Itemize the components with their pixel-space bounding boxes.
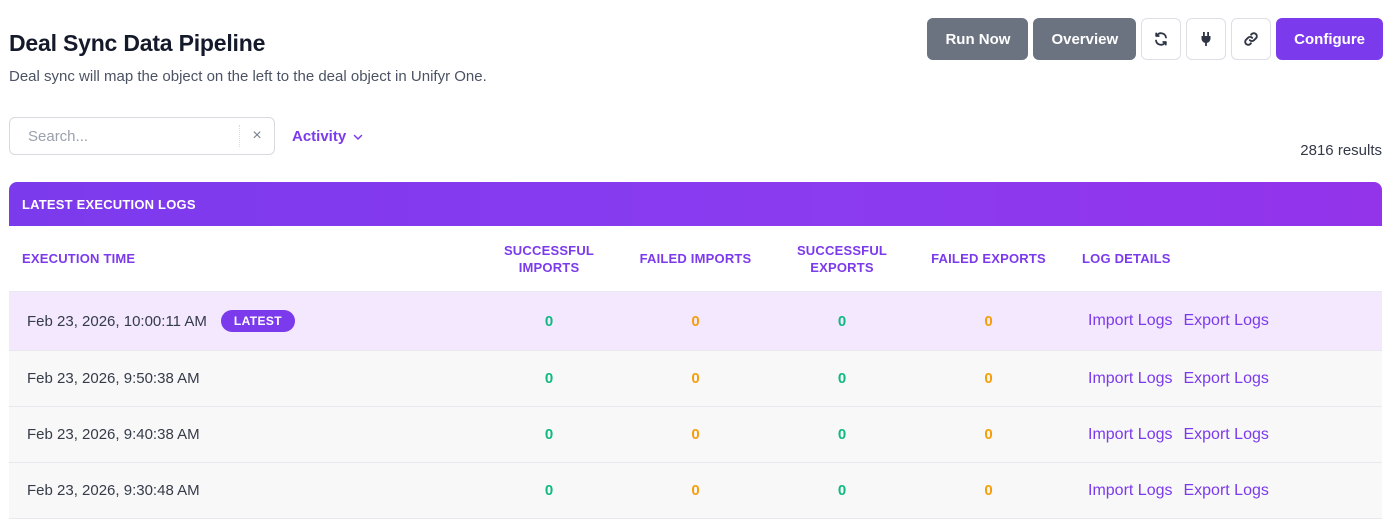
failed-exports-value: 0 bbox=[984, 426, 993, 443]
execution-time: Feb 23, 2026, 10:00:11 AM bbox=[27, 312, 207, 330]
clear-search-icon[interactable]: × bbox=[239, 125, 274, 147]
execution-logs-table: LATEST EXECUTION LOGS EXECUTION TIME SUC… bbox=[9, 182, 1382, 519]
link-button[interactable] bbox=[1231, 18, 1272, 60]
col-execution-time: EXECUTION TIME bbox=[22, 251, 136, 266]
successful-imports-value: 0 bbox=[544, 482, 554, 499]
col-failed-imports: FAILED IMPORTS bbox=[639, 251, 752, 266]
link-icon bbox=[1244, 32, 1258, 46]
overview-button[interactable]: Overview bbox=[1033, 18, 1137, 60]
table-header-row: EXECUTION TIME SUCCESSFUL IMPORTS FAILED… bbox=[9, 226, 1382, 292]
activity-label: Activity bbox=[292, 128, 347, 145]
import-logs-link[interactable]: Import Logs bbox=[1088, 482, 1172, 500]
execution-time: Feb 23, 2026, 9:50:38 AM bbox=[27, 370, 200, 387]
page-title: Deal Sync Data Pipeline bbox=[9, 30, 266, 56]
table-banner: LATEST EXECUTION LOGS bbox=[9, 182, 1382, 226]
import-logs-link[interactable]: Import Logs bbox=[1088, 370, 1172, 388]
col-successful-imports: SUCCESSFUL IMPORTS bbox=[503, 242, 595, 275]
log-links: Import Logs Export Logs bbox=[1070, 482, 1382, 500]
failed-imports-value: 0 bbox=[691, 426, 700, 443]
search-box: × bbox=[9, 117, 275, 155]
log-links: Import Logs Export Logs bbox=[1070, 370, 1382, 388]
execution-time: Feb 23, 2026, 9:40:38 AM bbox=[27, 426, 200, 443]
chevron-down-icon bbox=[353, 134, 363, 140]
log-links: Import Logs Export Logs bbox=[1070, 426, 1382, 444]
col-failed-exports: FAILED EXPORTS bbox=[931, 251, 1046, 266]
refresh-icon bbox=[1155, 32, 1168, 46]
table-row: Feb 23, 2026, 9:50:38 AM 0 0 0 0 Import … bbox=[9, 351, 1382, 407]
import-logs-link[interactable]: Import Logs bbox=[1088, 426, 1172, 444]
failed-imports-value: 0 bbox=[691, 312, 700, 330]
failed-exports-value: 0 bbox=[984, 312, 993, 330]
successful-exports-value: 0 bbox=[837, 482, 847, 499]
export-logs-link[interactable]: Export Logs bbox=[1183, 312, 1268, 330]
plug-button[interactable] bbox=[1186, 18, 1227, 60]
pipeline-page: Deal Sync Data Pipeline Deal sync will m… bbox=[0, 0, 1396, 528]
successful-imports-value: 0 bbox=[544, 370, 554, 387]
activity-dropdown[interactable]: Activity bbox=[292, 128, 364, 145]
search-input[interactable] bbox=[10, 118, 239, 154]
refresh-button[interactable] bbox=[1141, 18, 1182, 60]
failed-exports-value: 0 bbox=[984, 482, 993, 499]
export-logs-link[interactable]: Export Logs bbox=[1183, 370, 1268, 388]
table-row: Feb 23, 2026, 9:40:38 AM 0 0 0 0 Import … bbox=[9, 407, 1382, 463]
table-row: Feb 23, 2026, 10:00:11 AM LATEST 0 0 0 0… bbox=[9, 292, 1382, 351]
page-subtitle: Deal sync will map the object on the lef… bbox=[9, 68, 487, 85]
execution-time: Feb 23, 2026, 9:30:48 AM bbox=[27, 482, 200, 499]
export-logs-link[interactable]: Export Logs bbox=[1183, 482, 1268, 500]
export-logs-link[interactable]: Export Logs bbox=[1183, 426, 1268, 444]
log-links: Import Logs Export Logs bbox=[1070, 312, 1382, 330]
successful-exports-value: 0 bbox=[837, 312, 847, 330]
successful-imports-value: 0 bbox=[544, 426, 554, 443]
configure-button[interactable]: Configure bbox=[1276, 18, 1383, 60]
successful-imports-value: 0 bbox=[544, 312, 554, 330]
col-successful-exports: SUCCESSFUL EXPORTS bbox=[796, 242, 888, 275]
successful-exports-value: 0 bbox=[837, 370, 847, 387]
successful-exports-value: 0 bbox=[837, 426, 847, 443]
header-actions: Run Now Overview Configure bbox=[927, 18, 1383, 60]
plug-icon bbox=[1201, 32, 1211, 46]
failed-imports-value: 0 bbox=[691, 482, 700, 499]
import-logs-link[interactable]: Import Logs bbox=[1088, 312, 1172, 330]
run-now-button[interactable]: Run Now bbox=[927, 18, 1029, 60]
failed-imports-value: 0 bbox=[691, 370, 700, 387]
latest-badge: LATEST bbox=[220, 310, 296, 332]
results-count: 2816 results bbox=[1300, 142, 1382, 159]
col-log-details: LOG DETAILS bbox=[1082, 251, 1171, 266]
table-row: Feb 23, 2026, 9:30:48 AM 0 0 0 0 Import … bbox=[9, 463, 1382, 519]
failed-exports-value: 0 bbox=[984, 370, 993, 387]
